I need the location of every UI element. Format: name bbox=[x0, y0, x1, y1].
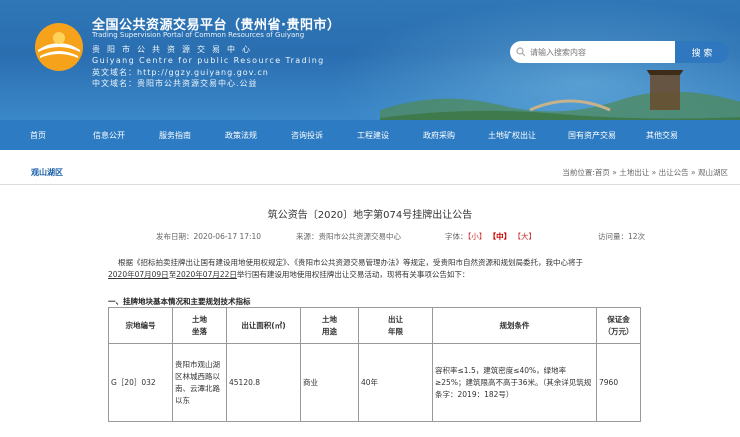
header-deposit: 保证金 （万元） bbox=[596, 307, 641, 344]
header-location: 土地 坐落 bbox=[172, 307, 227, 344]
font-size-selector: 字体：【小】 【中】 【大】 bbox=[445, 231, 536, 242]
search-box: 搜 索 bbox=[510, 41, 729, 63]
table-header-row: 宗地编号 土地 坐落 出让面积(㎡) 土地 用途 出让 年限 规划条件 保证金 … bbox=[108, 307, 641, 344]
header-conditions: 规划条件 bbox=[432, 307, 597, 344]
header-parcel-id: 宗地编号 bbox=[108, 307, 173, 344]
english-domain: 英文域名：http://ggzy.guiyang.gov.cn bbox=[92, 68, 269, 77]
nav-item-complaints[interactable]: 咨询投诉 bbox=[274, 120, 340, 150]
center-name-en: Guiyang Centre for public Resource Tradi… bbox=[92, 56, 325, 65]
header-use: 土地 用途 bbox=[300, 307, 359, 344]
nav-item-construction[interactable]: 工程建设 bbox=[340, 120, 406, 150]
divider bbox=[0, 184, 740, 185]
search-input[interactable] bbox=[510, 41, 678, 63]
table-row: G［20］032 贵阳市观山湖区林城西路以南、云潭北路以东 45120.8 商业… bbox=[108, 343, 641, 422]
nav-item-service-guide[interactable]: 服务指南 bbox=[142, 120, 208, 150]
nav-item-other[interactable]: 其他交易 bbox=[632, 120, 692, 150]
site-logo bbox=[35, 23, 83, 71]
header-years: 出让 年限 bbox=[358, 307, 433, 344]
nav-item-info-disclosure[interactable]: 信息公开 bbox=[76, 120, 142, 150]
font-small-button[interactable]: 【小】 bbox=[468, 232, 487, 241]
article-paragraph: 根据《招标拍卖挂牌出让国有建设用地使用权规定》、《贵阳市公共资源交易管理办法》等… bbox=[118, 258, 583, 267]
city-skyline-banner bbox=[380, 70, 740, 120]
section-heading: 一、挂牌地块基本情况和主要规划技术指标 bbox=[108, 297, 251, 306]
cell-years: 40年 bbox=[358, 343, 433, 422]
article-paragraph-dates: 2020年07月09日至2020年07月22日举行国有建设用地使用权挂牌出让交易… bbox=[108, 270, 470, 279]
main-nav: 首页 信息公开 服务指南 政策法规 咨询投诉 工程建设 政府采购 土地矿权出让 … bbox=[0, 120, 740, 150]
breadcrumb[interactable]: 当前位置:首页 » 土地出让 » 出让公告 » 观山湖区 bbox=[562, 167, 728, 178]
chinese-domain: 中文域名：贵阳市公共资源交易中心.公益 bbox=[92, 79, 258, 88]
font-medium-button[interactable]: 【中】 bbox=[489, 232, 512, 241]
search-icon bbox=[516, 47, 526, 57]
cell-use: 商业 bbox=[300, 343, 359, 422]
cell-parcel-id: G［20］032 bbox=[108, 343, 173, 422]
header-area: 出让面积(㎡) bbox=[226, 307, 301, 344]
site-header: 全国公共资源交易平台（贵州省·贵阳市） Trading Supervision … bbox=[0, 0, 740, 120]
cell-location: 贵阳市观山湖区林城西路以南、云潭北路以东 bbox=[172, 343, 227, 422]
nav-item-state-assets[interactable]: 国有资产交易 bbox=[552, 120, 632, 150]
nav-item-home[interactable]: 首页 bbox=[0, 120, 76, 150]
article-source: 来源：贵阳市公共资源交易中心 bbox=[296, 232, 401, 241]
nav-item-land-mining[interactable]: 土地矿权出让 bbox=[472, 120, 552, 150]
end-date: 2020年07月22日 bbox=[176, 270, 237, 279]
cell-deposit: 7960 bbox=[596, 343, 641, 422]
site-subtitle-en: Trading Supervision Portal of Common Res… bbox=[92, 31, 305, 39]
center-name-cn: 贵阳市公共资源交易中心 bbox=[92, 45, 257, 54]
nav-item-procurement[interactable]: 政府采购 bbox=[406, 120, 472, 150]
start-date: 2020年07月09日 bbox=[108, 270, 169, 279]
nav-item-policy[interactable]: 政策法规 bbox=[208, 120, 274, 150]
font-size-label: 字体： bbox=[445, 232, 468, 241]
publish-date: 发布日期：2020-06-17 17:10 bbox=[156, 232, 262, 241]
section-title: 观山湖区 bbox=[31, 168, 63, 177]
view-count: 访问量：12次 bbox=[598, 232, 646, 241]
search-button[interactable]: 搜 索 bbox=[675, 41, 729, 63]
land-parcel-table: 宗地编号 土地 坐落 出让面积(㎡) 土地 用途 出让 年限 规划条件 保证金 … bbox=[108, 307, 641, 422]
cell-conditions: 容积率≤1.5，建筑密度≤40%，绿地率≥25%；建筑限高不高于36米。（其余详… bbox=[432, 343, 597, 422]
font-large-button[interactable]: 【大】 bbox=[514, 232, 537, 241]
article-title: 筑公资告〔2020〕地字第074号挂牌出让公告 bbox=[267, 210, 473, 221]
breadcrumb-bar: 观山湖区 当前位置:首页 » 土地出让 » 出让公告 » 观山湖区 bbox=[0, 158, 740, 184]
cell-area: 45120.8 bbox=[226, 343, 301, 422]
